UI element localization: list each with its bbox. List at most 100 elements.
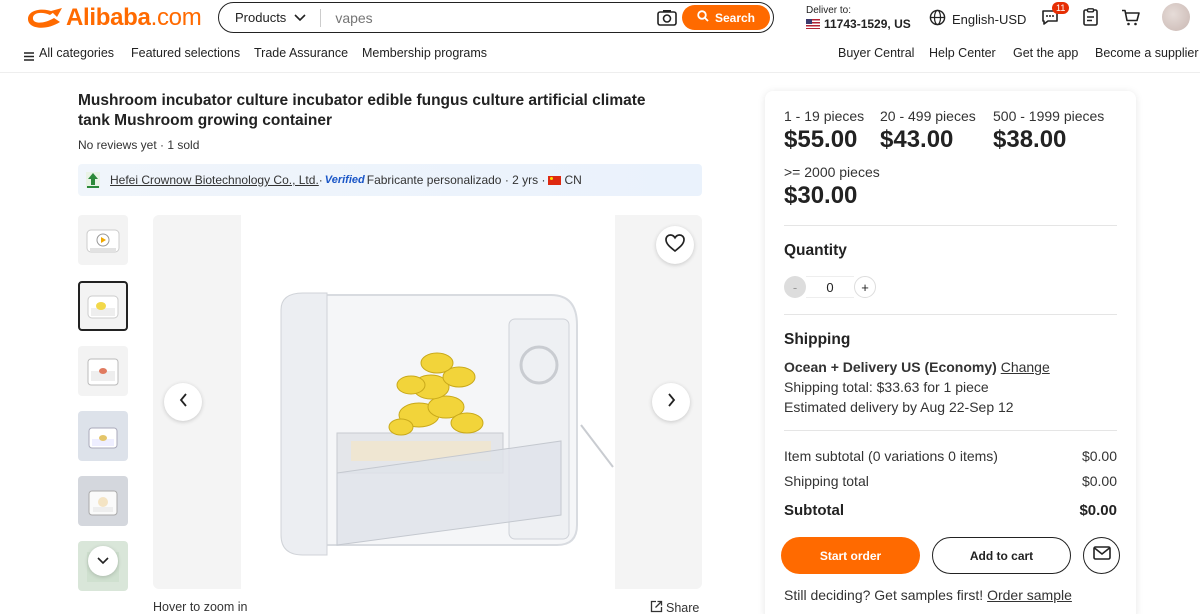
alibaba-logo[interactable]: Alibaba.com [24,4,202,32]
add-to-cart-button[interactable]: Add to cart [932,537,1071,574]
quantity-decrease-button[interactable]: - [784,276,806,298]
start-order-button[interactable]: Start order [781,537,920,574]
logo-suffix: .com [150,4,202,31]
logo-text: Alibaba [66,4,151,31]
search-bar: Products Search [218,2,774,33]
heart-icon [665,233,685,257]
order-sample-link[interactable]: Order sample [987,587,1072,603]
supplier-type: Fabricante personalizado · 2 yrs · [366,173,546,187]
verified-badge[interactable]: Verified [325,174,365,186]
language-label: English-USD [952,11,1027,27]
price-tier-price: $43.00 [880,126,954,153]
chevron-down-icon [97,552,109,570]
item-subtotal-row: Item subtotal (0 variations 0 items) $0.… [784,448,1117,464]
us-flag-icon [806,19,820,29]
mail-icon [1092,546,1111,565]
nav-buyer-central[interactable]: Buyer Central [838,46,914,60]
thumbnail-5[interactable] [78,476,128,526]
camera-search-icon[interactable] [657,9,677,32]
thumbnail-video[interactable] [78,215,128,265]
shipping-total-label: Shipping total [784,473,869,489]
quantity-title: Quantity [784,242,847,259]
price-tier-range: >= 2000 pieces [784,164,880,180]
price-tier-price: $38.00 [993,126,1067,153]
globe-icon [929,9,946,29]
price-tier-3: 500 - 1999 pieces $38.00 [993,108,1104,154]
price-tier-1: 1 - 19 pieces $55.00 [784,108,864,154]
nav-all-categories[interactable]: All categories [39,46,114,60]
share-button[interactable]: Share [650,600,699,614]
shipping-total-value: $0.00 [1081,473,1117,489]
item-subtotal-value: $0.00 [1081,448,1117,464]
quantity-input[interactable]: 0 [806,276,854,298]
subtotal-value: $0.00 [1079,502,1117,519]
item-subtotal-label: Item subtotal (0 variations 0 items) [784,448,998,464]
order-panel: 1 - 19 pieces $55.00 20 - 499 pieces $43… [765,91,1136,614]
deliver-zip: 11743-1529, US [824,17,911,31]
deliver-to[interactable]: Deliver to: 11743-1529, US [806,5,911,30]
nav-trade-assurance[interactable]: Trade Assurance [254,46,348,60]
search-category-select[interactable]: Products [235,10,306,25]
quantity-stepper: - 0 + [784,276,876,298]
shipping-method: Ocean + Delivery US (Economy) Change [784,357,1050,377]
main-product-image[interactable] [153,215,702,589]
thumbnail-selected[interactable] [78,281,128,331]
favorite-button[interactable] [656,226,694,264]
menu-icon [24,48,34,66]
shipping-total-row: Shipping total $0.00 [784,473,1117,489]
chevron-down-icon [294,10,306,25]
language-currency-selector[interactable]: English-USD [929,9,1026,29]
thumbnail-4[interactable] [78,411,128,461]
nav-membership-programs[interactable]: Membership programs [362,46,487,60]
next-image-button[interactable] [652,383,690,421]
avatar[interactable] [1162,3,1190,31]
supplier-country: CN [564,173,582,187]
divider [784,314,1117,315]
supplier-separator: · [318,173,323,187]
shipping-method-name: Ocean + Delivery US (Economy) [784,359,997,375]
samples-text: Still deciding? Get samples first! [784,587,988,603]
header-divider [0,72,1200,73]
quantity-increase-button[interactable]: + [854,276,876,298]
prev-image-button[interactable] [164,383,202,421]
supplier-logo [84,170,102,190]
search-divider [320,8,322,27]
product-title: Mushroom incubator culture incubator edi… [78,92,646,129]
price-tier-2: 20 - 499 pieces $43.00 [880,108,976,154]
nav-help-center[interactable]: Help Center [929,46,996,60]
share-label: Share [666,601,700,614]
price-tier-range: 500 - 1999 pieces [993,108,1105,124]
supplier-bar: Hefei Crownow Biotechnology Co., Ltd. · … [78,164,702,196]
hover-zoom-hint: Hover to zoom in [153,600,248,614]
contact-supplier-button[interactable] [1083,537,1120,574]
samples-prompt: Still deciding? Get samples first! Order… [784,585,1072,605]
divider [784,430,1117,431]
cart-icon[interactable] [1121,9,1140,31]
search-button[interactable]: Search [682,5,770,30]
change-shipping-link[interactable]: Change [1001,359,1050,375]
divider [784,225,1117,226]
product-meta: No reviews yet · 1 sold [78,138,200,152]
price-tier-4: >= 2000 pieces $30.00 [784,164,880,210]
thumbnail-3[interactable] [78,346,128,396]
search-icon [697,10,709,25]
orders-icon[interactable] [1083,8,1098,31]
cn-flag-icon [548,175,562,185]
subtotal-row: Subtotal $0.00 [784,502,1117,519]
price-tier-range: 1 - 19 pieces [784,108,865,124]
search-input[interactable] [335,9,636,26]
supplier-name-link[interactable]: Hefei Crownow Biotechnology Co., Ltd. [110,173,319,187]
product-image-canvas [241,215,615,589]
thumbnails-scroll-down-button[interactable] [88,546,118,576]
nav-get-the-app[interactable]: Get the app [1013,46,1078,60]
mushroom-incubator-illustration [280,292,614,556]
price-tier-price: $30.00 [784,182,858,209]
estimated-delivery: Estimated delivery by Aug 22-Sep 12 [784,399,1014,415]
nav-featured-selections[interactable]: Featured selections [131,46,240,60]
price-tier-range: 20 - 499 pieces [880,108,976,124]
nav-become-a-supplier[interactable]: Become a supplier [1095,46,1199,60]
search-category-label: Products [235,10,287,25]
price-tier-price: $55.00 [784,126,858,153]
chevron-right-icon [667,392,676,412]
shipping-total-text: Shipping total: $33.63 for 1 piece [784,379,989,395]
